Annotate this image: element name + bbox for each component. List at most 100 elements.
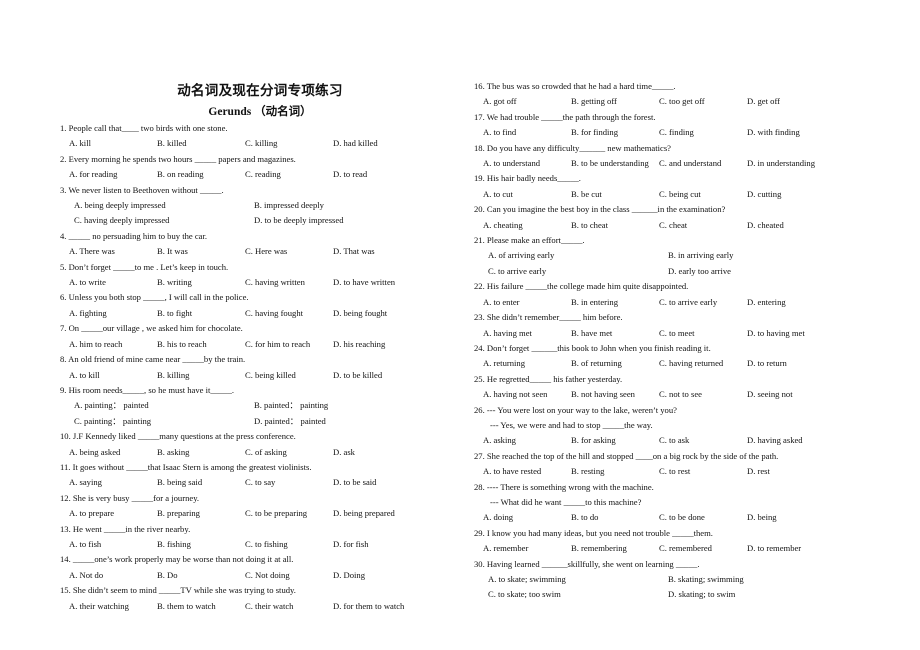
- answer-option[interactable]: B. to cheat: [571, 218, 659, 233]
- answer-option[interactable]: C. to fishing: [245, 537, 333, 552]
- answer-option[interactable]: B. fishing: [157, 537, 245, 552]
- answer-option[interactable]: C. their watch: [245, 599, 333, 614]
- answer-option[interactable]: B. writing: [157, 275, 245, 290]
- answer-option[interactable]: B. in entering: [571, 295, 659, 310]
- answer-option[interactable]: D. early too arrive: [668, 264, 848, 279]
- answer-option[interactable]: B. preparing: [157, 506, 245, 521]
- answer-option[interactable]: A. being deeply impressed: [74, 198, 254, 213]
- answer-option[interactable]: B. Do: [157, 568, 245, 583]
- answer-option[interactable]: C. to say: [245, 475, 333, 490]
- answer-option[interactable]: A. painting： painted: [74, 398, 254, 413]
- answer-option[interactable]: C. to arrive early: [659, 295, 747, 310]
- answer-option[interactable]: A. saying: [69, 475, 157, 490]
- answer-option[interactable]: D. being fought: [333, 306, 421, 321]
- answer-option[interactable]: C. having fought: [245, 306, 333, 321]
- answer-option[interactable]: D. to having met: [747, 326, 835, 341]
- answer-option[interactable]: C. painting： painting: [74, 414, 254, 429]
- answer-option[interactable]: B. have met: [571, 326, 659, 341]
- answer-option[interactable]: A. to enter: [483, 295, 571, 310]
- answer-option[interactable]: B. getting off: [571, 94, 659, 109]
- answer-option[interactable]: D. to remember: [747, 541, 835, 556]
- answer-option[interactable]: D. rest: [747, 464, 835, 479]
- answer-option[interactable]: D. being prepared: [333, 506, 421, 521]
- answer-option[interactable]: D. seeing not: [747, 387, 835, 402]
- answer-option[interactable]: A. to prepare: [69, 506, 157, 521]
- answer-option[interactable]: A. having met: [483, 326, 571, 341]
- answer-option[interactable]: B. not having seen: [571, 387, 659, 402]
- answer-option[interactable]: D. in understanding: [747, 156, 835, 171]
- answer-option[interactable]: D. cheated: [747, 218, 835, 233]
- answer-option[interactable]: D. had killed: [333, 136, 421, 151]
- answer-option[interactable]: A. doing: [483, 510, 571, 525]
- answer-option[interactable]: B. his to reach: [157, 337, 245, 352]
- answer-option[interactable]: A. Not do: [69, 568, 157, 583]
- answer-option[interactable]: D. to read: [333, 167, 421, 182]
- answer-option[interactable]: B. to do: [571, 510, 659, 525]
- answer-option[interactable]: C. remembered: [659, 541, 747, 556]
- answer-option[interactable]: D. to be said: [333, 475, 421, 490]
- answer-option[interactable]: B. resting: [571, 464, 659, 479]
- answer-option[interactable]: A. for reading: [69, 167, 157, 182]
- answer-option[interactable]: C. to be done: [659, 510, 747, 525]
- answer-option[interactable]: A. to understand: [483, 156, 571, 171]
- answer-option[interactable]: B. of returning: [571, 356, 659, 371]
- answer-option[interactable]: A. fighting: [69, 306, 157, 321]
- answer-option[interactable]: A. kill: [69, 136, 157, 151]
- answer-option[interactable]: A. to skate; swimming: [488, 572, 668, 587]
- answer-option[interactable]: B. on reading: [157, 167, 245, 182]
- answer-option[interactable]: D. having asked: [747, 433, 835, 448]
- answer-option[interactable]: B. remembering: [571, 541, 659, 556]
- answer-option[interactable]: C. having written: [245, 275, 333, 290]
- answer-option[interactable]: B. impressed deeply: [254, 198, 434, 213]
- answer-option[interactable]: A. to write: [69, 275, 157, 290]
- answer-option[interactable]: B. to be understanding: [571, 156, 659, 171]
- answer-option[interactable]: A. him to reach: [69, 337, 157, 352]
- answer-option[interactable]: C. and understand: [659, 156, 747, 171]
- answer-option[interactable]: B. be cut: [571, 187, 659, 202]
- answer-option[interactable]: A. having not seen: [483, 387, 571, 402]
- answer-option[interactable]: B. them to watch: [157, 599, 245, 614]
- answer-option[interactable]: D. get off: [747, 94, 835, 109]
- answer-option[interactable]: B. painted： painting: [254, 398, 434, 413]
- answer-option[interactable]: A. returning: [483, 356, 571, 371]
- answer-option[interactable]: A. being asked: [69, 445, 157, 460]
- answer-option[interactable]: A. their watching: [69, 599, 157, 614]
- answer-option[interactable]: B. for finding: [571, 125, 659, 140]
- answer-option[interactable]: C. to be preparing: [245, 506, 333, 521]
- answer-option[interactable]: D. to be deeply impressed: [254, 213, 434, 228]
- answer-option[interactable]: B. killed: [157, 136, 245, 151]
- answer-option[interactable]: C. to rest: [659, 464, 747, 479]
- answer-option[interactable]: D. to have written: [333, 275, 421, 290]
- answer-option[interactable]: A. There was: [69, 244, 157, 259]
- answer-option[interactable]: C. not to see: [659, 387, 747, 402]
- answer-option[interactable]: A. remember: [483, 541, 571, 556]
- answer-option[interactable]: C. Here was: [245, 244, 333, 259]
- answer-option[interactable]: D. for them to watch: [333, 599, 421, 614]
- answer-option[interactable]: B. being said: [157, 475, 245, 490]
- answer-option[interactable]: D. to return: [747, 356, 835, 371]
- answer-option[interactable]: B. to fight: [157, 306, 245, 321]
- answer-option[interactable]: B. asking: [157, 445, 245, 460]
- answer-option[interactable]: C. Not doing: [245, 568, 333, 583]
- answer-option[interactable]: D. his reaching: [333, 337, 421, 352]
- answer-option[interactable]: A. of arriving early: [488, 248, 668, 263]
- answer-option[interactable]: D. ask: [333, 445, 421, 460]
- answer-option[interactable]: C. cheat: [659, 218, 747, 233]
- answer-option[interactable]: D. That was: [333, 244, 421, 259]
- answer-option[interactable]: A. cheating: [483, 218, 571, 233]
- answer-option[interactable]: C. having deeply impressed: [74, 213, 254, 228]
- answer-option[interactable]: C. being cut: [659, 187, 747, 202]
- answer-option[interactable]: D. painted： painted: [254, 414, 434, 429]
- answer-option[interactable]: A. to kill: [69, 368, 157, 383]
- answer-option[interactable]: C. having returned: [659, 356, 747, 371]
- answer-option[interactable]: C. to ask: [659, 433, 747, 448]
- answer-option[interactable]: A. to find: [483, 125, 571, 140]
- answer-option[interactable]: B. killing: [157, 368, 245, 383]
- answer-option[interactable]: A. to have rested: [483, 464, 571, 479]
- answer-option[interactable]: D. with finding: [747, 125, 835, 140]
- answer-option[interactable]: B. in arriving early: [668, 248, 848, 263]
- answer-option[interactable]: A. asking: [483, 433, 571, 448]
- answer-option[interactable]: D. Doing: [333, 568, 421, 583]
- answer-option[interactable]: C. for him to reach: [245, 337, 333, 352]
- answer-option[interactable]: B. skating; swimming: [668, 572, 848, 587]
